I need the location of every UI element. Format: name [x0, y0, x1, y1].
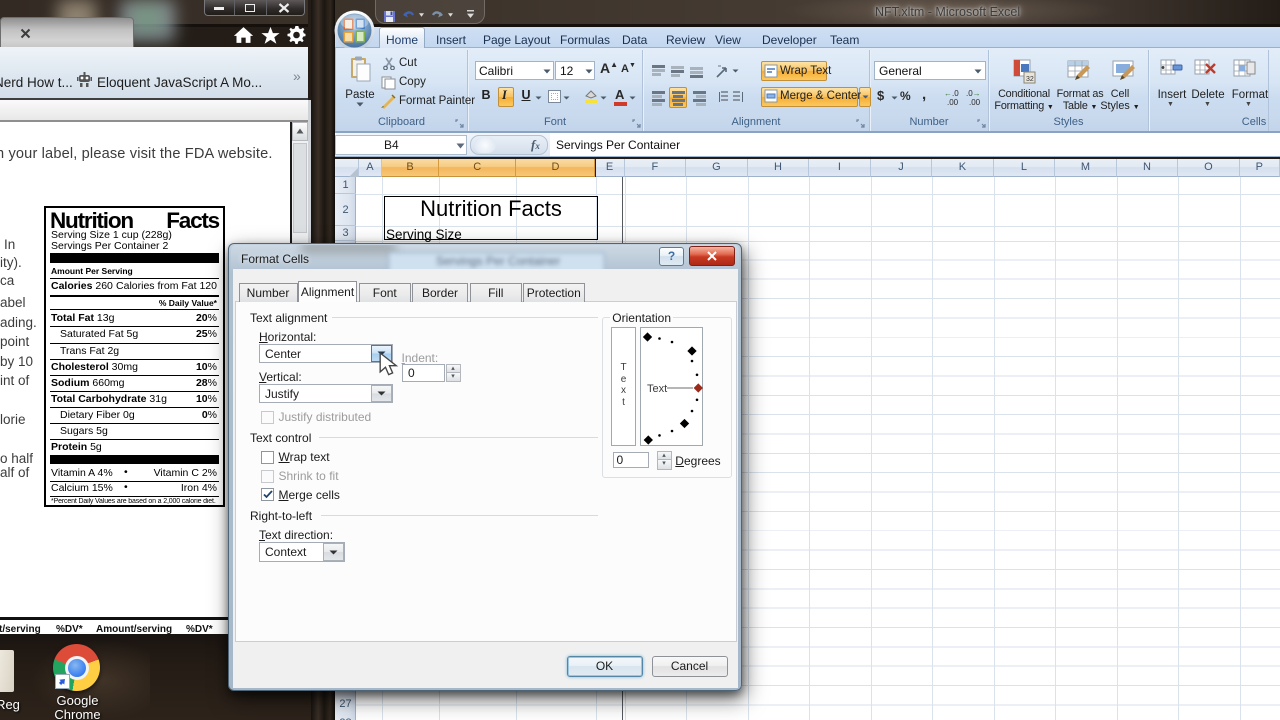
- svg-text:32: 32: [1026, 76, 1034, 83]
- svg-text:Text: Text: [647, 383, 667, 395]
